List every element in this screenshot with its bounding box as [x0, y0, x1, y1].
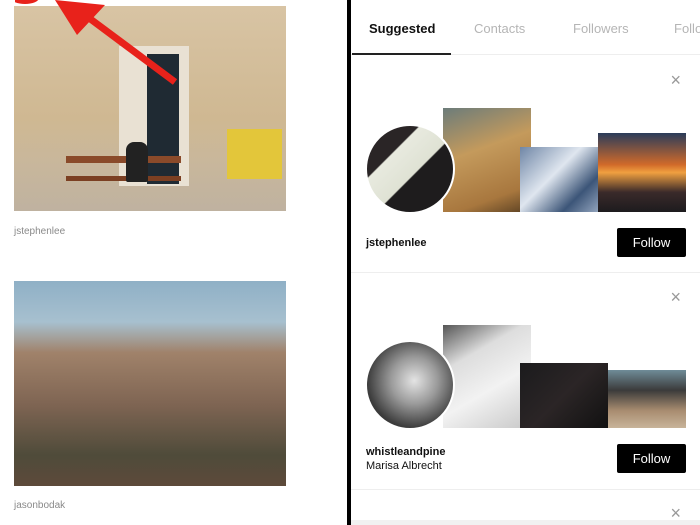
tab-suggested[interactable]: Suggested [369, 21, 435, 36]
dismiss-close-icon[interactable]: × [670, 287, 681, 308]
post-username[interactable]: jstephenlee [14, 226, 65, 237]
suggestions-panel: Suggested Contacts Followers Following ×… [351, 0, 700, 525]
avatar[interactable] [365, 124, 455, 214]
suggestion-photo [520, 363, 608, 428]
dismiss-close-icon[interactable]: × [670, 70, 681, 91]
suggestion-photo [443, 108, 531, 212]
suggestion-full-name: Marisa Albrecht [366, 460, 442, 472]
suggestion-username[interactable]: whistleandpine [366, 446, 445, 458]
card-divider [351, 489, 700, 490]
suggestion-photo [443, 325, 531, 428]
follow-button[interactable]: Follow [617, 444, 686, 473]
card-divider [351, 272, 700, 273]
post-username[interactable]: jasonbodak [14, 500, 65, 511]
suggestion-username[interactable]: jstephenlee [366, 237, 427, 249]
left-feed-panel: jstephenlee jasonbodak [0, 0, 347, 525]
active-tab-indicator [352, 53, 451, 55]
post-photo-canyon[interactable] [14, 281, 286, 486]
red-arrow-annotation-icon [15, 0, 178, 85]
suggestion-photo [598, 133, 686, 212]
avatar[interactable] [365, 340, 455, 430]
tab-followers[interactable]: Followers [573, 21, 629, 36]
next-card-edge [351, 520, 700, 525]
tab-following[interactable]: Following [674, 21, 700, 36]
suggestion-photo [608, 370, 686, 428]
suggestion-photo [520, 147, 608, 212]
follow-button[interactable]: Follow [617, 228, 686, 257]
tab-contacts[interactable]: Contacts [474, 21, 525, 36]
